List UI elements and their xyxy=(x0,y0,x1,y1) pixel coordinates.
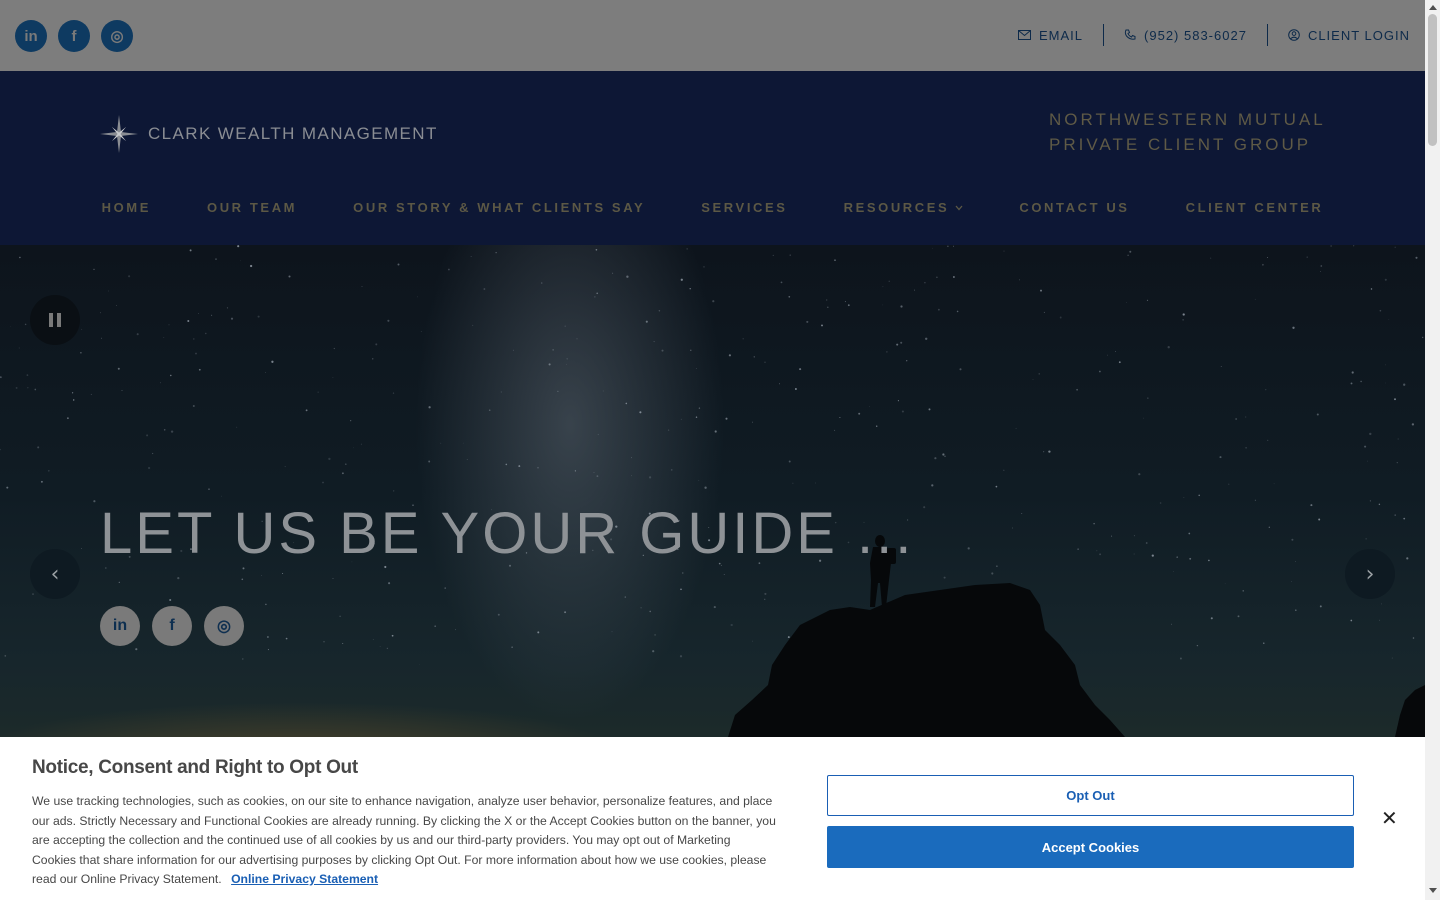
group-line-1: NORTHWESTERN MUTUAL xyxy=(1049,110,1326,129)
northwestern-mutual-group: NORTHWESTERN MUTUAL PRIVATE CLIENT GROUP xyxy=(1049,107,1326,157)
pause-icon xyxy=(57,313,61,327)
scrollbar-thumb[interactable] xyxy=(1428,14,1437,146)
envelope-icon xyxy=(1018,30,1032,40)
user-icon xyxy=(1288,29,1300,41)
email-link[interactable]: EMAIL xyxy=(998,24,1103,46)
cookie-body-text: We use tracking technologies, such as co… xyxy=(32,794,776,886)
email-label: EMAIL xyxy=(1039,27,1084,43)
scroll-down-arrow-icon[interactable] xyxy=(1429,888,1437,893)
nav-client-center[interactable]: CLIENT CENTER xyxy=(1158,200,1352,215)
nav-our-story[interactable]: OUR STORY & WHAT CLIENTS SAY xyxy=(325,200,673,215)
top-contact-links: EMAIL (952) 583-6027 CLIENT LOGIN xyxy=(998,24,1410,46)
pause-button[interactable] xyxy=(30,295,80,345)
nav-services[interactable]: SERVICES xyxy=(673,200,815,215)
linkedin-icon[interactable]: in xyxy=(15,20,47,52)
close-icon[interactable]: ✕ xyxy=(1381,806,1398,830)
opt-out-button[interactable]: Opt Out xyxy=(827,775,1354,816)
instagram-icon[interactable]: ◎ xyxy=(204,606,244,646)
site-logo[interactable]: CLARK WEALTH MANAGEMENT xyxy=(100,115,438,153)
chevron-down-icon xyxy=(955,205,963,210)
nav-home[interactable]: HOME xyxy=(74,200,179,215)
main-nav: HOME OUR TEAM OUR STORY & WHAT CLIENTS S… xyxy=(0,200,1425,215)
hiker-silhouette xyxy=(728,535,1425,737)
prev-slide-button[interactable]: ‹ xyxy=(30,549,80,599)
top-utility-bar: in f ◎ EMAIL (952) 583-6027 CLIENT LOGIN xyxy=(0,0,1425,71)
linkedin-icon[interactable]: in xyxy=(100,606,140,646)
hero-slider: ‹ › LET US BE YOUR GUIDE ... in f ◎ xyxy=(0,245,1425,737)
logo-text: CLARK WEALTH MANAGEMENT xyxy=(148,124,438,143)
chevron-right-icon: › xyxy=(1365,561,1375,587)
group-line-2: PRIVATE CLIENT GROUP xyxy=(1049,135,1312,154)
nav-our-team[interactable]: OUR TEAM xyxy=(179,200,325,215)
nav-resources[interactable]: RESOURCES xyxy=(816,200,992,215)
cookie-consent-banner: Notice, Consent and Right to Opt Out We … xyxy=(0,737,1425,900)
star-logo-icon xyxy=(100,115,138,153)
privacy-statement-link[interactable]: Online Privacy Statement xyxy=(231,872,378,886)
hero-title: LET US BE YOUR GUIDE ... xyxy=(100,501,915,566)
cookie-body: We use tracking technologies, such as co… xyxy=(32,792,777,890)
hero-social-links: in f ◎ xyxy=(100,606,244,646)
chevron-left-icon: ‹ xyxy=(50,561,60,587)
top-social-links: in f ◎ xyxy=(15,20,133,52)
site-header: CLARK WEALTH MANAGEMENT NORTHWESTERN MUT… xyxy=(0,71,1425,245)
phone-icon xyxy=(1124,29,1136,40)
instagram-icon[interactable]: ◎ xyxy=(101,20,133,52)
facebook-icon[interactable]: f xyxy=(58,20,90,52)
pause-icon xyxy=(49,313,53,327)
accept-cookies-button[interactable]: Accept Cookies xyxy=(827,826,1354,868)
page-scrollbar[interactable] xyxy=(1425,0,1440,900)
facebook-icon[interactable]: f xyxy=(152,606,192,646)
nav-resources-label: RESOURCES xyxy=(843,200,950,215)
phone-label: (952) 583-6027 xyxy=(1144,27,1247,43)
client-login-link[interactable]: CLIENT LOGIN xyxy=(1268,24,1410,46)
client-login-label: CLIENT LOGIN xyxy=(1307,27,1410,43)
cookie-title: Notice, Consent and Right to Opt Out xyxy=(32,757,358,778)
next-slide-button[interactable]: › xyxy=(1345,549,1395,599)
phone-link[interactable]: (952) 583-6027 xyxy=(1104,24,1267,46)
nav-contact-us[interactable]: CONTACT US xyxy=(991,200,1157,215)
scroll-up-arrow-icon[interactable] xyxy=(1429,5,1437,10)
